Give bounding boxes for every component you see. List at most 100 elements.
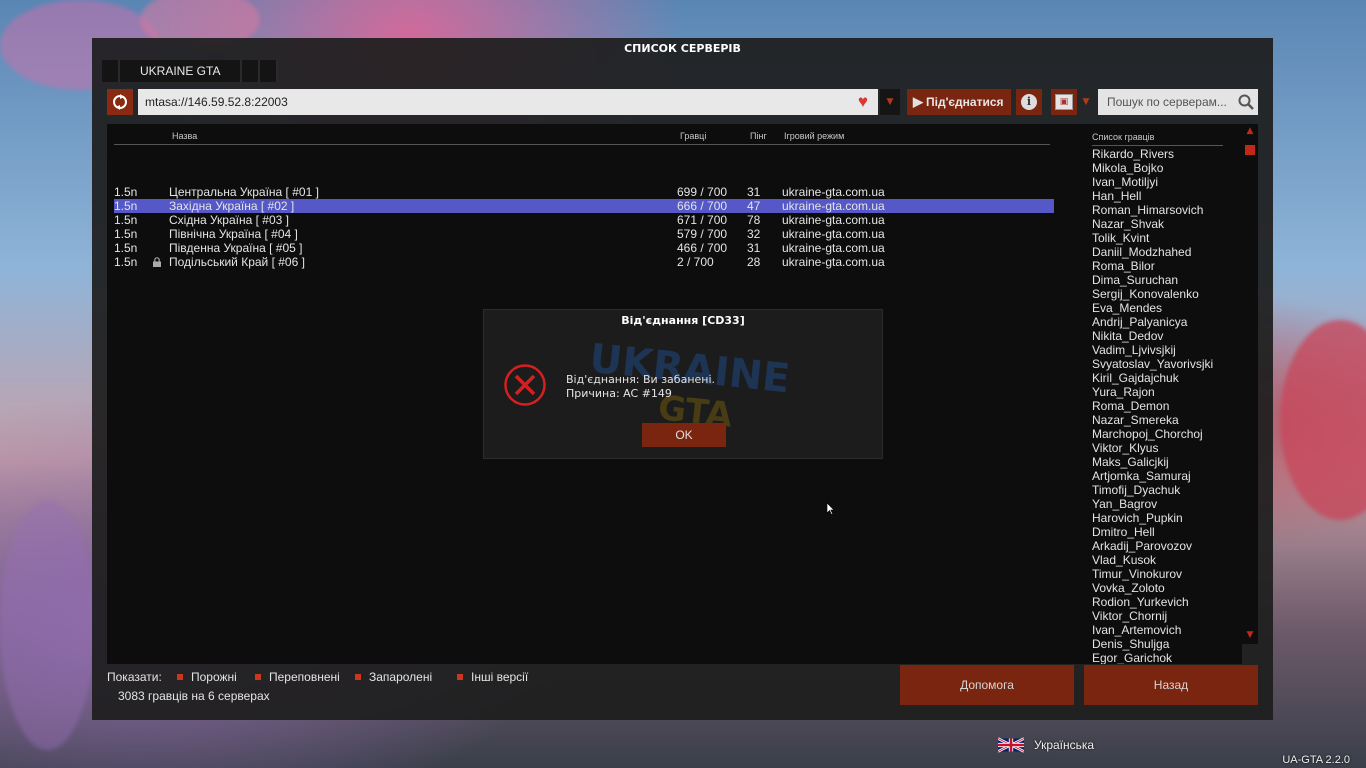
- player-list-item[interactable]: Yura_Rajon: [1092, 385, 1242, 399]
- column-header-gamemode[interactable]: Ігровий режим: [784, 131, 844, 141]
- server-gamemode: ukraine-gta.com.ua: [782, 227, 885, 241]
- dialog-message-line2: Причина: AC #149: [566, 387, 672, 400]
- player-list-item[interactable]: Roma_Bilor: [1092, 259, 1242, 273]
- player-list-item[interactable]: Dmitro_Hell: [1092, 525, 1242, 539]
- player-list-item[interactable]: Nazar_Smereka: [1092, 413, 1242, 427]
- tab-empty[interactable]: [260, 60, 279, 82]
- player-list-item[interactable]: Ivan_Motiljyi: [1092, 175, 1242, 189]
- player-list-item[interactable]: Timur_Vinokurov: [1092, 567, 1242, 581]
- player-list-item[interactable]: Ivan_Artemovich: [1092, 623, 1242, 637]
- server-ping: 47: [747, 199, 761, 213]
- address-input[interactable]: mtasa://146.59.52.8:22003 ♥: [138, 89, 878, 115]
- connect-button[interactable]: ▶ Під'єднатися: [907, 89, 1011, 115]
- player-list-item[interactable]: Roman_Himarsovich: [1092, 203, 1242, 217]
- background-car: [1280, 320, 1366, 520]
- player-list-item[interactable]: Eva_Mendes: [1092, 301, 1242, 315]
- server-name: Подільський Край [ #06 ]: [169, 255, 305, 269]
- tab-empty[interactable]: [102, 60, 120, 82]
- player-list-item[interactable]: Roma_Demon: [1092, 399, 1242, 413]
- player-list-item[interactable]: Andrij_Palyanicya: [1092, 315, 1242, 329]
- player-search-button[interactable]: ▣: [1051, 89, 1077, 115]
- player-list-item[interactable]: Kiril_Gajdajchuk: [1092, 371, 1242, 385]
- player-list-item[interactable]: Vadim_Ljvivsjkij: [1092, 343, 1242, 357]
- server-row[interactable]: 1.5n Центральна Україна [ #01 ] 699 / 700 3…: [114, 185, 1054, 199]
- refresh-button[interactable]: [107, 89, 133, 115]
- player-list-item[interactable]: Artjomka_Samuraj: [1092, 469, 1242, 483]
- search-type-dropdown[interactable]: ▼: [1079, 89, 1093, 115]
- server-row[interactable]: 1.5n Північна Україна [ #04 ] 579 / 700 32 u…: [114, 227, 1054, 241]
- server-name: Південна Україна [ #05 ]: [169, 241, 303, 255]
- disconnect-dialog: Від'єднання [CD33] UKRAINE GTA Від'єднан…: [483, 309, 883, 459]
- server-ping: 31: [747, 241, 761, 255]
- player-list-item[interactable]: Mikola_Bojko: [1092, 161, 1242, 175]
- server-gamemode: ukraine-gta.com.ua: [782, 241, 885, 255]
- player-list-item[interactable]: Vovka_Zoloto: [1092, 581, 1242, 595]
- heart-icon[interactable]: ♥: [858, 89, 868, 115]
- player-list-item[interactable]: Maks_Galicjkij: [1092, 455, 1242, 469]
- server-players: 666 / 700: [677, 199, 728, 213]
- player-list-item[interactable]: Tolik_Kvint: [1092, 231, 1242, 245]
- player-list-item[interactable]: Dima_Suruchan: [1092, 273, 1242, 287]
- player-list-item[interactable]: Egor_Garichok: [1092, 651, 1242, 664]
- help-button[interactable]: Допомога: [900, 665, 1074, 705]
- player-list-item[interactable]: Rikardo_Rivers: [1092, 147, 1242, 161]
- tab-ukraine-gta[interactable]: UKRAINE GTA: [120, 60, 243, 82]
- language-label: Українська: [1034, 738, 1095, 752]
- player-list-item[interactable]: Rodion_Yurkevich: [1092, 595, 1242, 609]
- search-input[interactable]: Пошук по серверам...: [1098, 89, 1258, 115]
- player-list-item[interactable]: Viktor_Klyus: [1092, 441, 1242, 455]
- back-button[interactable]: Назад: [1084, 665, 1258, 705]
- filter-locked-label[interactable]: Запаролені: [369, 670, 432, 684]
- server-name: Західна Україна [ #02 ]: [169, 199, 295, 213]
- server-row[interactable]: 1.5n Південна Україна [ #05 ] 466 / 700 31 u…: [114, 241, 1054, 255]
- server-ping: 31: [747, 185, 761, 199]
- mouse-cursor: [827, 503, 835, 515]
- server-row[interactable]: 1.5n Західна Україна [ #02 ] 666 / 700 47 uk…: [114, 199, 1054, 213]
- player-list-item[interactable]: Vlad_Kusok: [1092, 553, 1242, 567]
- player-list-item[interactable]: Denis_Shuljga: [1092, 637, 1242, 651]
- scroll-up-icon[interactable]: ▲: [1245, 126, 1255, 136]
- column-header-name[interactable]: Назва: [172, 131, 197, 141]
- player-list-item[interactable]: Nikita_Dedov: [1092, 329, 1242, 343]
- player-list-item[interactable]: Timofij_Dyachuk: [1092, 483, 1242, 497]
- players-panel-title: Список гравців: [1092, 132, 1155, 142]
- filter-full-checkbox[interactable]: [255, 674, 261, 680]
- filter-locked-checkbox[interactable]: [355, 674, 361, 680]
- player-list-item[interactable]: Han_Hell: [1092, 189, 1242, 203]
- filter-empty-checkbox[interactable]: [177, 674, 183, 680]
- filter-full-label[interactable]: Переповнені: [269, 670, 340, 684]
- uk-flag-icon: [998, 737, 1024, 753]
- server-version: 1.5n: [114, 213, 138, 227]
- ok-button[interactable]: OK: [642, 423, 726, 447]
- language-selector[interactable]: Українська: [998, 736, 1094, 754]
- column-header-ping[interactable]: Пінг: [750, 131, 767, 141]
- scroll-down-icon[interactable]: ▼: [1245, 630, 1255, 640]
- toolbar: mtasa://146.59.52.8:22003 ♥ ▼ ▶ Під'єднат…: [107, 89, 1259, 115]
- server-info-button[interactable]: i: [1016, 89, 1042, 115]
- search-icon[interactable]: [1237, 93, 1255, 111]
- server-row[interactable]: 1.5n Подільський Край [ #06 ] 2 / 700 28 ukr…: [114, 255, 1054, 269]
- player-list-item[interactable]: Harovich_Pupkin: [1092, 511, 1242, 525]
- player-list-item[interactable]: Arkadij_Parovozov: [1092, 539, 1242, 553]
- server-gamemode: ukraine-gta.com.ua: [782, 185, 885, 199]
- window-title: СПИСОК СЕРВЕРІВ: [624, 42, 741, 55]
- filter-other-versions-checkbox[interactable]: [457, 674, 463, 680]
- status-text: 3083 гравців на 6 серверах: [118, 689, 270, 703]
- address-history-dropdown[interactable]: ▼: [880, 89, 900, 115]
- tab-empty[interactable]: [242, 60, 261, 82]
- filter-other-versions-label[interactable]: Інші версії: [471, 670, 528, 684]
- server-row[interactable]: 1.5n Східна Україна [ #03 ] 671 / 700 78 ukr…: [114, 213, 1054, 227]
- players-divider: [1092, 145, 1223, 146]
- player-list-item[interactable]: Nazar_Shvak: [1092, 217, 1242, 231]
- column-header-players[interactable]: Гравці: [680, 131, 706, 141]
- player-list-item[interactable]: Yan_Bagrov: [1092, 497, 1242, 511]
- scroll-thumb[interactable]: [1245, 145, 1255, 155]
- player-list-item[interactable]: Sergij_Konovalenko: [1092, 287, 1242, 301]
- players-scrollbar[interactable]: ▲ ▼: [1242, 124, 1258, 644]
- player-list-item[interactable]: Daniil_Modzhahed: [1092, 245, 1242, 259]
- player-list-item[interactable]: Svyatoslav_Yavorivsjki: [1092, 357, 1242, 371]
- player-list-item[interactable]: Viktor_Chornij: [1092, 609, 1242, 623]
- error-icon: [504, 364, 546, 406]
- filter-empty-label[interactable]: Порожні: [191, 670, 237, 684]
- player-list-item[interactable]: Marchopoj_Chorchoj: [1092, 427, 1242, 441]
